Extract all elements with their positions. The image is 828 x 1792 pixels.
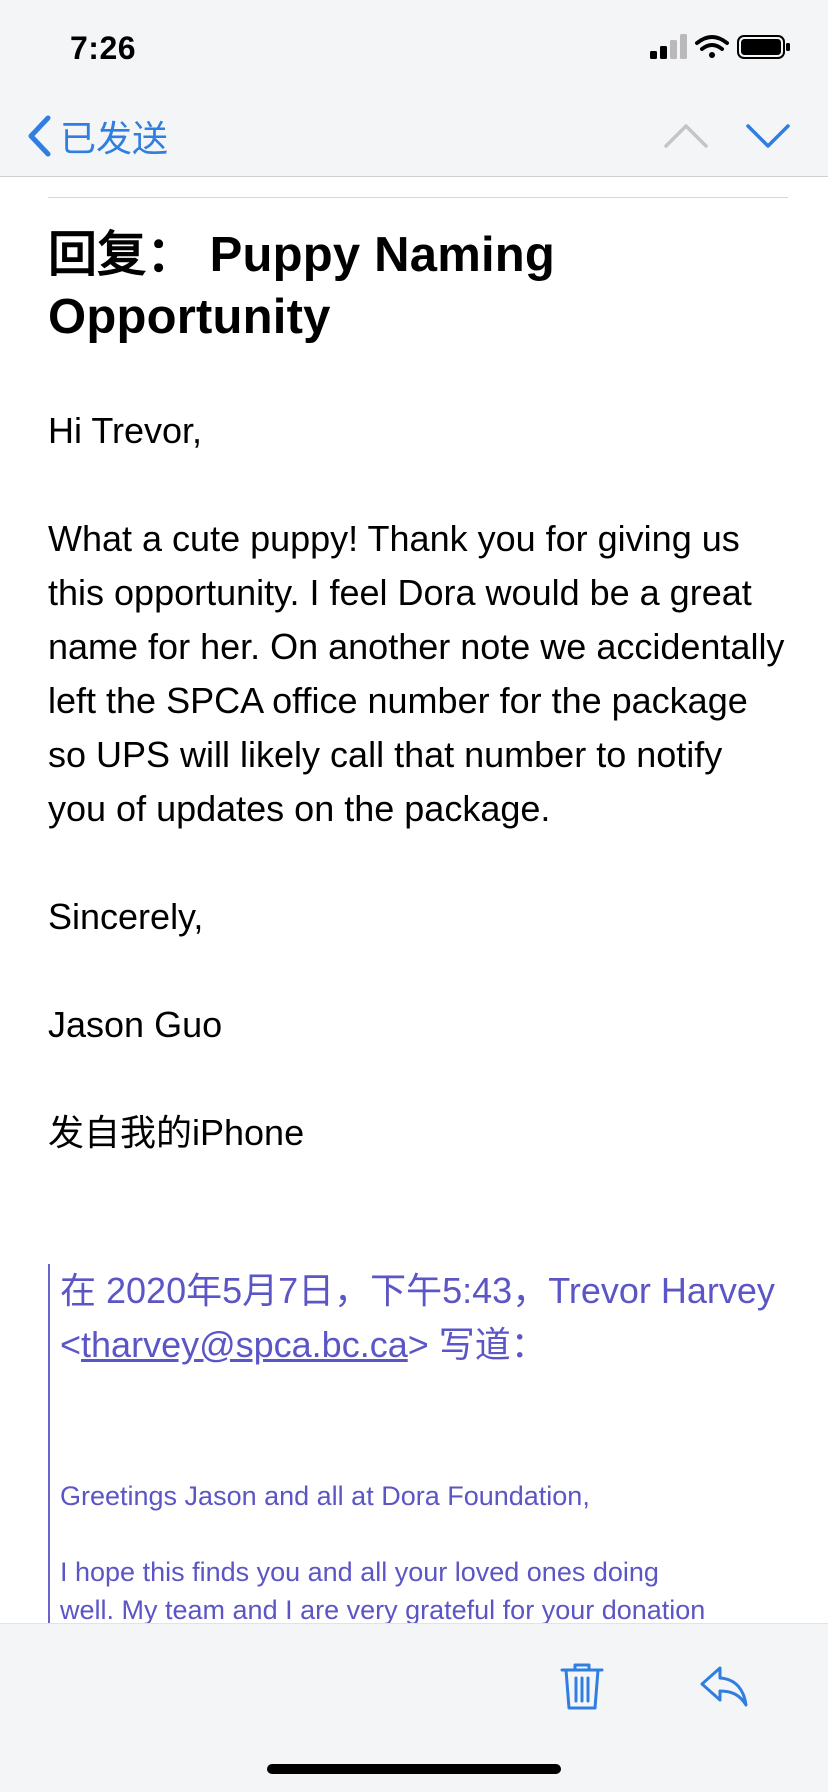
- subject-prefix: 回复：: [48, 228, 196, 282]
- home-indicator[interactable]: [267, 1764, 561, 1774]
- email-body: What a cute puppy! Thank you for giving …: [48, 518, 785, 829]
- email-greeting: Hi Trevor,: [48, 410, 203, 451]
- reply-icon: [700, 1666, 748, 1707]
- quote-header-suffix: > 写道：: [407, 1324, 547, 1365]
- trash-button[interactable]: [554, 1658, 610, 1714]
- bottom-toolbar: [0, 1623, 828, 1792]
- back-button[interactable]: 已发送: [24, 110, 168, 162]
- sender-email-link[interactable]: tharvey@spca.bc.ca: [81, 1324, 408, 1365]
- nav-bar: 已发送: [0, 96, 828, 177]
- status-icons: [650, 34, 792, 60]
- email-content: 回复： Puppy Naming Opportunity Hi Trevor, W…: [48, 176, 788, 1160]
- battery-icon: [737, 35, 790, 59]
- email-closing: Sincerely,: [48, 896, 204, 937]
- email-subject: 回复： Puppy Naming Opportunity: [48, 224, 788, 348]
- chevron-left-icon: [28, 115, 51, 157]
- chevron-down-icon: [746, 124, 790, 148]
- email-signature: Jason Guo: [48, 1004, 223, 1045]
- trash-icon: [560, 1663, 604, 1710]
- status-bar: 7:26: [0, 0, 828, 96]
- sent-from: 发自我的iPhone: [48, 1112, 305, 1153]
- quote-line-1: I hope this finds you and all your loved…: [60, 1557, 659, 1587]
- header-divider: [48, 197, 788, 198]
- wifi-icon: [695, 35, 729, 58]
- quote-greeting: Greetings Jason and all at Dora Foundati…: [60, 1481, 590, 1511]
- quote-header: 在 2020年5月7日，下午5:43，Trevor Harvey <tharve…: [60, 1264, 820, 1372]
- back-label: 已发送: [60, 118, 169, 159]
- reply-button[interactable]: [696, 1658, 752, 1714]
- next-message-button[interactable]: [744, 112, 792, 160]
- status-time: 7:26: [70, 30, 137, 66]
- previous-message-button[interactable]: [662, 112, 710, 160]
- quoted-message: 在 2020年5月7日，下午5:43，Trevor Harvey <tharve…: [48, 1264, 820, 1629]
- chevron-up-icon: [664, 124, 708, 148]
- cellular-signal-icon: [650, 34, 687, 59]
